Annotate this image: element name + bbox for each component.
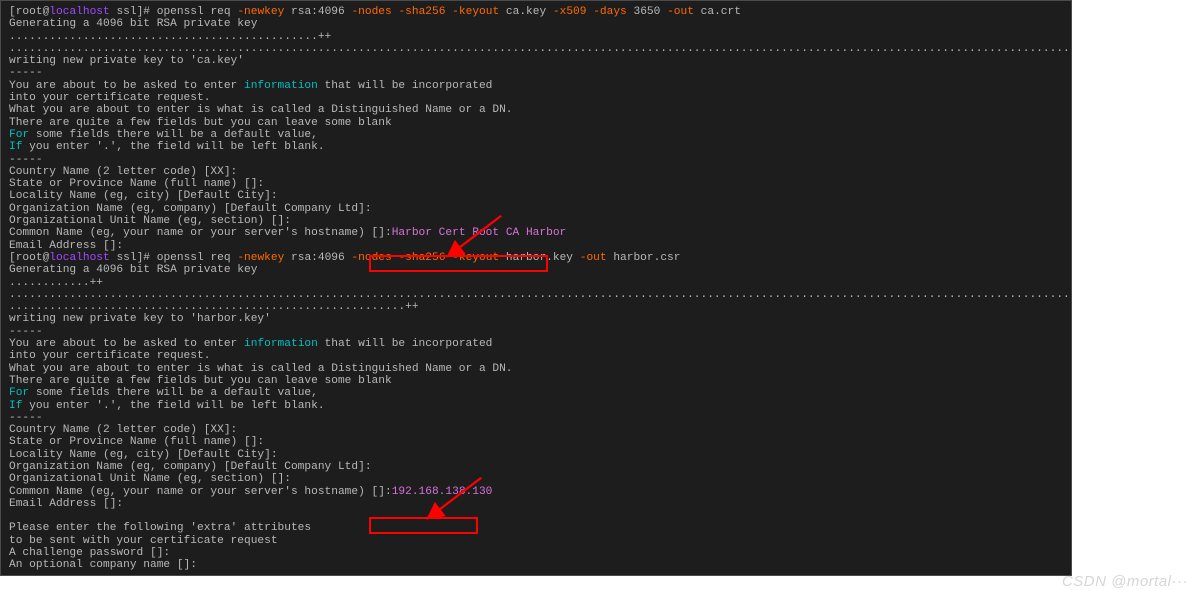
flag: -nodes [351,6,398,18]
output-line: You are about to be asked to enter infor… [1,80,1071,92]
highlight-box-ca-cn [369,255,548,272]
output-line: For some fields there will be a default … [1,387,1071,399]
prompt-optional-company: An optional company name []: [1,559,1071,571]
terminal-window[interactable]: [root@localhost ssl]# openssl req -newke… [0,0,1072,576]
flag: -out [580,252,607,264]
flag: -sha256 [398,6,452,18]
prompt-state: State or Province Name (full name) []: [1,178,1071,190]
output-line: If you enter '.', the field will be left… [1,141,1071,153]
output-line: What you are about to enter is what is c… [1,104,1071,116]
prompt-org: Organization Name (eg, company) [Default… [1,203,1071,215]
output-line: to be sent with your certificate request [1,535,1071,547]
flag: -newkey [237,6,284,18]
cmd-line-1: [root@localhost ssl]# openssl req -newke… [1,6,1071,18]
flag: -newkey [237,252,284,264]
output-line: writing new private key to 'ca.key' [1,55,1071,67]
output-line: There are quite a few fields but you can… [1,375,1071,387]
prompt-locality: Locality Name (eg, city) [Default City]: [1,190,1071,202]
keyword-information: information [244,338,318,350]
output-line: ........................................… [1,31,1071,43]
output-line: ........................................… [1,301,1071,313]
arg: rsa:4096 [284,6,351,18]
prompt-path: ssl]# [110,6,157,18]
watermark: CSDN @mortal··· [1062,573,1188,590]
keyword-if: If [9,400,22,412]
prompt-country: Country Name (2 letter code) [XX]: [1,166,1071,178]
keyword-if: If [9,141,22,153]
prompt-email: Email Address []: [1,498,1071,510]
highlight-box-ip-cn [369,517,478,534]
prompt-locality: Locality Name (eg, city) [Default City]: [1,449,1071,461]
prompt-challenge: A challenge password []: [1,547,1071,559]
hostname: localhost [49,252,109,264]
blank-line [1,510,1071,522]
output-line: writing new private key to 'harbor.key' [1,313,1071,325]
prompt-email: Email Address []: [1,240,1071,252]
flag: -out [667,6,694,18]
command: openssl req [157,252,238,264]
arg: harbor.csr [607,252,681,264]
prompt-cn: Common Name (eg, your name or your serve… [1,486,1071,498]
prompt-open: [root@ [9,6,49,18]
prompt-open: [root@ [9,252,49,264]
prompt-state: State or Province Name (full name) []: [1,436,1071,448]
flag: -keyout [452,6,499,18]
prompt-ou: Organizational Unit Name (eg, section) [… [1,215,1071,227]
hostname: localhost [49,6,109,18]
output-line: For some fields there will be a default … [1,129,1071,141]
arg: rsa:4096 [284,252,351,264]
arrow-icon [429,476,489,516]
prompt-org: Organization Name (eg, company) [Default… [1,461,1071,473]
arg: ca.key [499,6,553,18]
output-line: There are quite a few fields but you can… [1,117,1071,129]
output-line: ............++ [1,277,1071,289]
flag: -days [593,6,627,18]
output-line: If you enter '.', the field will be left… [1,400,1071,412]
arg: ca.crt [694,6,741,18]
output-line: ----- [1,326,1071,338]
prompt-path: ssl]# [110,252,157,264]
keyword-for: For [9,129,29,141]
prompt-cn: Common Name (eg, your name or your serve… [1,227,1071,239]
keyword-for: For [9,387,29,399]
output-line: You are about to be asked to enter infor… [1,338,1071,350]
output-line: into your certificate request. [1,350,1071,362]
keyword-information: information [244,80,318,92]
flag: -x509 [553,6,593,18]
prompt-country: Country Name (2 letter code) [XX]: [1,424,1071,436]
output-line: Please enter the following 'extra' attri… [1,522,1071,534]
prompt-ou: Organizational Unit Name (eg, section) [… [1,473,1071,485]
output-line: ........................................… [1,289,1071,301]
output-line: ----- [1,67,1071,79]
output-line: Generating a 4096 bit RSA private key [1,18,1071,30]
output-line: What you are about to enter is what is c… [1,363,1071,375]
arrow-icon [449,214,509,254]
output-line: ----- [1,412,1071,424]
output-line: ----- [1,154,1071,166]
output-line: into your certificate request. [1,92,1071,104]
command: openssl req [157,6,238,18]
arg: 3650 [627,6,667,18]
output-line: ........................................… [1,43,1071,55]
